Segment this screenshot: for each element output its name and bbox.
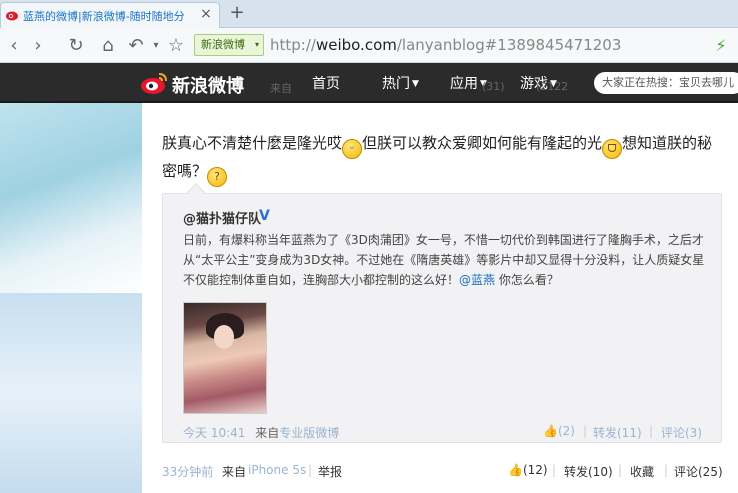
post-text: 朕真心不清楚什麼是隆光哎 ᵕ 但朕可以教众爱卿如何能有隆起的光 ᗜ 想知道朕的秘密嗎？?: [162, 131, 722, 187]
thumbs-up-icon: 👍: [508, 463, 523, 477]
repost-time-link[interactable]: 今天 10:41: [183, 426, 245, 440]
site-identity-chip[interactable]: 新浪微博 ▾: [194, 34, 264, 56]
post-text-part-2: 但朕可以教众爱卿如何能有隆起的光: [362, 134, 603, 152]
divider: |: [664, 463, 669, 477]
post-from-label: 来自: [222, 465, 247, 479]
nav-item-home[interactable]: 首页: [312, 73, 340, 93]
forward-arrow-icon[interactable]: ›: [28, 36, 48, 56]
chevron-down-icon: ▼: [412, 79, 419, 89]
repost-from-label: 来自: [255, 426, 280, 440]
new-tab-button[interactable]: +: [228, 4, 246, 22]
smirk-emoji-icon: ᵕ: [342, 139, 363, 159]
browser-tab-bar: 蓝燕的微博|新浪微博-随时随地分 × +: [0, 0, 738, 28]
weibo-top-nav: 新浪微博 首页 热门 ▼ 应用 ▼ 游戏 ▼ 大家正在热搜：宝贝去哪儿: [0, 63, 738, 103]
home-icon[interactable]: ⌂: [98, 36, 118, 56]
undo-icon[interactable]: ↶: [126, 36, 146, 56]
divider: |: [649, 424, 654, 438]
background-drape: [0, 103, 142, 293]
repost-like-button[interactable]: 👍(2): [543, 424, 575, 438]
url-path: /lanyanblog#1389845471203: [396, 36, 622, 54]
back-arrow-icon[interactable]: ‹: [4, 36, 24, 56]
repost-forward-button[interactable]: 转发(11): [593, 424, 642, 441]
weibo-post-card: 朕真心不清楚什麼是隆光哎 ᵕ 但朕可以教众爱卿如何能有隆起的光 ᗜ 想知道朕的秘密嗎？?…: [142, 103, 738, 493]
repost-comment-button[interactable]: 评论(3): [661, 424, 702, 441]
post-text-part-1: 朕真心不清楚什麼是隆光哎: [162, 134, 343, 152]
hot-search-input[interactable]: 大家正在热搜：宝贝去哪儿: [594, 72, 738, 94]
divider: |: [618, 463, 623, 477]
report-link[interactable]: 举报: [318, 463, 342, 480]
url-host: weibo.com: [315, 36, 397, 54]
thumbnail-face: [214, 325, 234, 349]
divider: |: [583, 424, 588, 438]
nav-item-apps-label: 应用: [450, 76, 478, 92]
ghost-from-text: 来自: [270, 82, 292, 95]
post-favorite-button[interactable]: 收藏: [630, 463, 654, 480]
thumbs-up-icon: 👍: [543, 424, 558, 438]
weibo-favicon-icon: [6, 11, 18, 21]
verified-v-icon: V: [259, 208, 270, 224]
repost-text-body: 日前，有爆料称当年蓝燕为了《3D肉蒲团》女一号，不惜一切代价到韩国进行了隆胸手术…: [183, 233, 705, 287]
bookmark-star-icon[interactable]: ☆: [166, 36, 186, 56]
undo-dropdown-icon[interactable]: ▾: [146, 36, 166, 56]
site-chip-label: 新浪微博: [201, 38, 245, 51]
repost-text: 日前，有爆料称当年蓝燕为了《3D肉蒲团》女一号，不惜一切代价到韩国进行了隆胸手术…: [183, 230, 713, 290]
repost-thumbnail-image[interactable]: [183, 302, 267, 414]
repost-user-link[interactable]: @猫扑猫仔队: [183, 208, 261, 227]
repost-like-count: (2): [557, 424, 575, 438]
address-bar[interactable]: http://weibo.com/lanyanblog#138984547120…: [270, 34, 702, 56]
logo-text: 新浪微博: [172, 76, 244, 97]
tab-close-icon[interactable]: ×: [199, 7, 213, 21]
repost-text-tail: 你怎么看？: [495, 273, 559, 287]
page-background-art: [0, 103, 142, 493]
ghost-count-2: (2122: [536, 80, 569, 93]
weibo-logo[interactable]: 新浪微博: [140, 69, 260, 97]
grin-emoji-icon: ᗜ: [602, 139, 623, 159]
post-time-link[interactable]: 33分钟前: [162, 463, 213, 480]
divider: |: [308, 463, 313, 477]
nav-item-hot-label: 热门: [382, 76, 410, 92]
weibo-eye-icon: [141, 73, 167, 94]
reload-icon[interactable]: ↻: [66, 36, 86, 56]
post-comment-button[interactable]: 评论(25): [674, 463, 723, 480]
ghost-count-1: (31): [482, 80, 505, 93]
chevron-down-icon: ▾: [254, 40, 259, 49]
tab-title: 蓝燕的微博|新浪微博-随时随地分: [23, 10, 185, 23]
mention-link[interactable]: @蓝燕: [459, 273, 495, 287]
divider: |: [552, 463, 557, 477]
post-like-count: (12): [522, 463, 548, 477]
browser-toolbar: ‹ › ↻ ⌂ ↶ ▾ ☆ 新浪微博 ▾ http://weibo.com/la…: [0, 28, 738, 63]
post-like-button[interactable]: 👍(12): [508, 463, 548, 477]
thinking-emoji-icon: ?: [207, 167, 228, 187]
post-device-link[interactable]: iPhone 5s: [248, 463, 306, 477]
url-scheme: http://: [270, 36, 316, 54]
browser-tab[interactable]: 蓝燕的微博|新浪微博-随时随地分 ×: [0, 2, 220, 28]
background-sky: [0, 293, 142, 493]
reposted-weibo: @猫扑猫仔队 V 日前，有爆料称当年蓝燕为了《3D肉蒲团》女一号，不惜一切代价到…: [162, 183, 722, 443]
nav-item-hot[interactable]: 热门 ▼: [382, 73, 419, 93]
post-forward-button[interactable]: 转发(10): [564, 463, 613, 480]
lightning-icon[interactable]: ⚡: [712, 36, 730, 56]
repost-source-link[interactable]: 专业版微博: [279, 426, 339, 440]
